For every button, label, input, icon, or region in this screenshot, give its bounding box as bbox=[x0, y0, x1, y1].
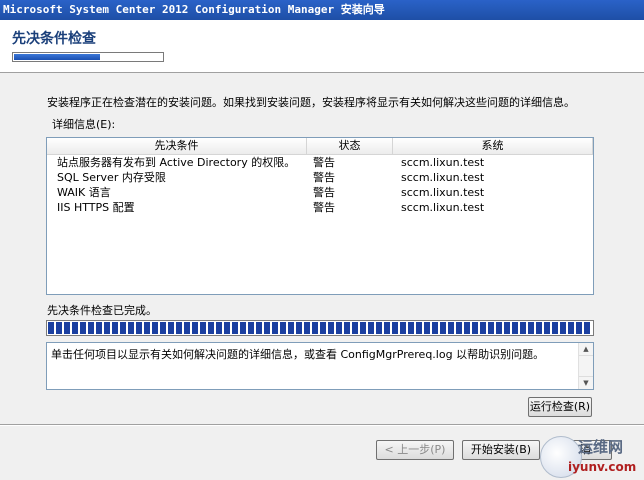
wizard-header: 先决条件检查 bbox=[0, 20, 644, 73]
description-scrollbar[interactable]: ▲ ▼ bbox=[578, 343, 593, 389]
table-row[interactable]: 站点服务器有发布到 Active Directory 的权限。 警告 sccm.… bbox=[47, 155, 593, 170]
description-box[interactable]: 单击任何项目以显示有关如何解决问题的详细信息，或查看 ConfigMgrPrer… bbox=[46, 342, 594, 390]
row-system: sccm.lixun.test bbox=[401, 156, 485, 169]
row-prerequisite: 站点服务器有发布到 Active Directory 的权限。 bbox=[57, 156, 296, 169]
prerequisite-list[interactable]: 先决条件 状态 系统 站点服务器有发布到 Active Directory 的权… bbox=[46, 137, 594, 295]
row-status: 警告 bbox=[313, 156, 335, 169]
check-status-text: 先决条件检查已完成。 bbox=[47, 304, 157, 317]
check-progress-fill bbox=[48, 322, 592, 334]
site-watermark: 运维网 iyunv.com bbox=[540, 434, 644, 480]
details-label-mnemonic: (E) bbox=[96, 118, 112, 131]
column-header-prerequisite[interactable]: 先决条件 bbox=[47, 138, 307, 154]
row-status: 警告 bbox=[313, 186, 335, 199]
column-header-system[interactable]: 系统 bbox=[393, 138, 593, 154]
table-row[interactable]: WAIK 语言 警告 sccm.lixun.test bbox=[47, 185, 593, 200]
row-status: 警告 bbox=[313, 201, 335, 214]
row-system: sccm.lixun.test bbox=[401, 171, 485, 184]
watermark-line2: iyunv.com bbox=[568, 460, 637, 474]
list-header: 先决条件 状态 系统 bbox=[47, 138, 593, 155]
row-prerequisite: SQL Server 内存受限 bbox=[57, 171, 166, 184]
row-prerequisite: WAIK 语言 bbox=[57, 186, 111, 199]
table-row[interactable]: SQL Server 内存受限 警告 sccm.lixun.test bbox=[47, 170, 593, 185]
begin-install-button[interactable]: 开始安装(B) bbox=[462, 440, 540, 460]
description-text: 单击任何项目以显示有关如何解决问题的详细信息，或查看 ConfigMgrPrer… bbox=[51, 348, 545, 361]
scroll-up-icon[interactable]: ▲ bbox=[579, 343, 593, 356]
row-system: sccm.lixun.test bbox=[401, 186, 485, 199]
details-label-text: 详细信息 bbox=[52, 118, 96, 131]
column-header-status[interactable]: 状态 bbox=[307, 138, 393, 154]
run-check-button[interactable]: 运行检查(R) bbox=[528, 397, 592, 417]
back-button[interactable]: < 上一步(P) bbox=[376, 440, 454, 460]
table-row[interactable]: IIS HTTPS 配置 警告 sccm.lixun.test bbox=[47, 200, 593, 215]
intro-text: 安装程序正在检查潜在的安装问题。如果找到安装问题，安装程序将显示有关如何解决这些… bbox=[47, 96, 575, 109]
row-prerequisite: IIS HTTPS 配置 bbox=[57, 201, 135, 214]
page-title: 先决条件检查 bbox=[12, 31, 96, 47]
scroll-down-icon[interactable]: ▼ bbox=[579, 376, 593, 389]
check-progress-bar bbox=[46, 320, 594, 336]
row-system: sccm.lixun.test bbox=[401, 201, 485, 214]
watermark-line1: 运维网 bbox=[578, 438, 624, 456]
window-title: Microsoft System Center 2012 Configurati… bbox=[0, 0, 644, 20]
wizard-progress-fill bbox=[14, 54, 100, 60]
details-label: 详细信息(E): bbox=[52, 118, 116, 131]
row-status: 警告 bbox=[313, 171, 335, 184]
wizard-progress-bar bbox=[12, 52, 164, 62]
